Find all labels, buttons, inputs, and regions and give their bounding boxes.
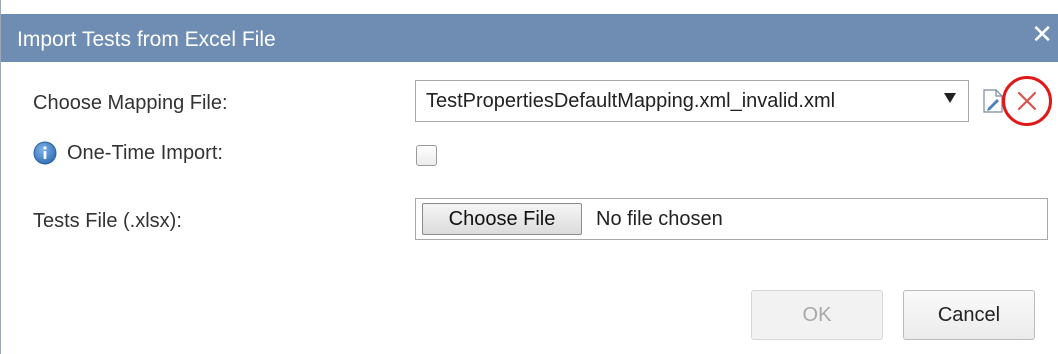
edit-mapping-icon[interactable]	[982, 88, 1004, 114]
info-icon[interactable]	[33, 141, 57, 165]
dropdown-arrow-icon	[944, 93, 956, 103]
mapping-file-label: Choose Mapping File:	[33, 92, 228, 114]
mapping-file-select[interactable]: TestPropertiesDefaultMapping.xml_invalid…	[415, 80, 969, 122]
delete-mapping-icon[interactable]	[1017, 91, 1037, 111]
onetime-import-checkbox[interactable]	[416, 145, 437, 166]
tests-file-input[interactable]: Choose File No file chosen	[415, 198, 1048, 240]
choose-file-button[interactable]: Choose File	[422, 203, 582, 235]
dialog-titlebar: Import Tests from Excel File ✕	[1, 0, 1058, 62]
file-status-text: No file chosen	[596, 208, 723, 230]
onetime-import-label: One-Time Import:	[67, 142, 223, 164]
ok-button[interactable]: OK	[751, 290, 883, 340]
dialog-title: Import Tests from Excel File	[17, 28, 276, 51]
import-tests-dialog: Import Tests from Excel File ✕ Choose Ma…	[0, 0, 1058, 354]
mapping-file-value: TestPropertiesDefaultMapping.xml_invalid…	[426, 90, 836, 112]
cancel-button[interactable]: Cancel	[903, 290, 1035, 340]
tests-file-label: Tests File (.xlsx):	[33, 210, 182, 232]
close-icon[interactable]: ✕	[1031, 20, 1053, 48]
delete-mapping-highlight	[1002, 76, 1052, 126]
